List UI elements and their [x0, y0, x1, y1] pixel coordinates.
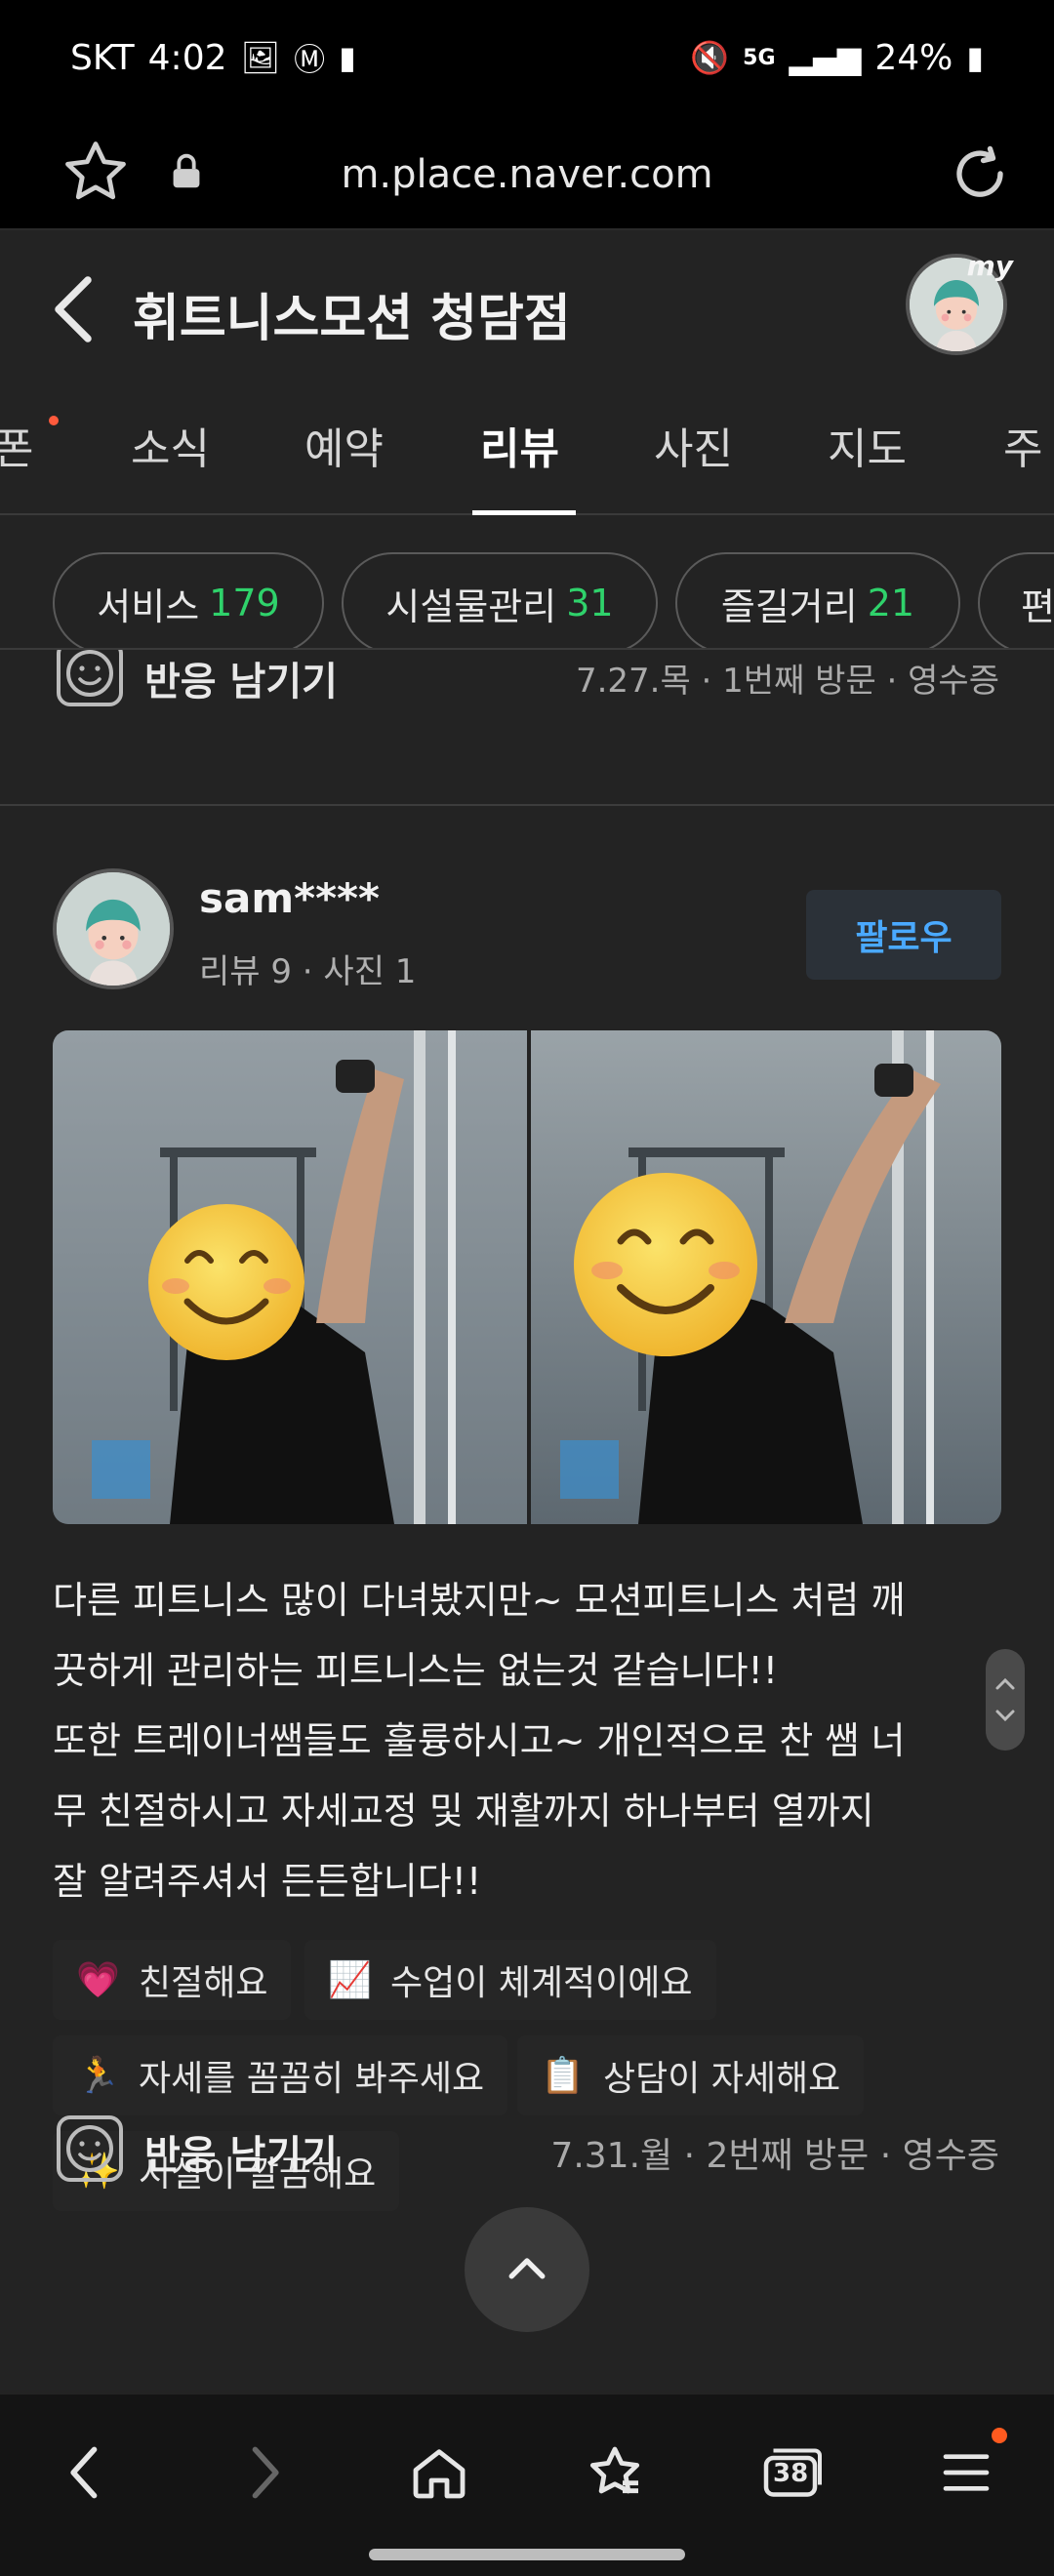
clock: 4:02: [147, 37, 227, 78]
chip-convenience[interactable]: 편: [978, 552, 1054, 648]
mute-icon: 🔇: [690, 39, 730, 76]
chip-label: 서비스: [97, 584, 200, 628]
home-indicator[interactable]: [369, 2549, 685, 2560]
reviewer-name[interactable]: sam****: [199, 874, 380, 922]
tab-news[interactable]: 소식: [131, 414, 210, 476]
chip-facility[interactable]: 시설물관리 31: [342, 552, 658, 648]
keyword-tag: 📈 수업이 체계적이에요: [304, 1940, 716, 2020]
forward-arrow-icon: [252, 2446, 279, 2499]
my-label: my: [966, 250, 1013, 282]
nav-tabs-button[interactable]: 38: [751, 2434, 830, 2512]
page-header: 휘트니스모션 청담점 my: [0, 230, 1054, 377]
status-bar: SKT 4:02 🖼 Ⓜ ▮ 🔇 5G ▂▄▆ 24% ▮: [0, 0, 1054, 115]
smile-icon[interactable]: [55, 2113, 125, 2184]
heart-icon: 💗: [76, 1960, 120, 2000]
clipboard-icon: 📋: [541, 2056, 585, 2096]
nav-back-button[interactable]: [47, 2434, 125, 2512]
review-text-line: 끗하게 관리하는 피트니스는 없는것 같습니다!!: [53, 1649, 779, 1692]
tab-reservation[interactable]: 예약: [304, 414, 384, 476]
tab-bar: 폰 소식 예약 리뷰 사진 지도 주: [0, 377, 1054, 515]
chip-label: 시설물관리: [385, 584, 557, 628]
nav-bookmarks-button[interactable]: [576, 2434, 654, 2512]
smile-icon[interactable]: [55, 650, 125, 708]
nav-home-button[interactable]: [400, 2434, 478, 2512]
scroll-to-top-button[interactable]: [465, 2207, 589, 2332]
tag-label: 친절해요: [139, 1963, 268, 2003]
chip-label: 편: [1021, 584, 1054, 628]
bookmarks-icon: [589, 2446, 640, 2494]
review-footer: 반응 남기기 7.31.월 · 2번째 방문 · 영수증: [0, 2102, 1054, 2199]
reviewer-stats: 리뷰 9 · 사진 1: [199, 952, 417, 991]
review-text-line: 다른 피트니스 많이 다녀봤지만~ 모션피트니스 처럼 깨: [53, 1579, 906, 1622]
react-button[interactable]: 반응 남기기: [144, 650, 338, 706]
network-type: 5G: [743, 45, 776, 70]
review-divider: [0, 804, 1054, 806]
tag-label: 수업이 체계적이에요: [390, 1963, 693, 2003]
chart-icon: 📈: [328, 1960, 372, 2000]
exercise-icon: 🏃: [76, 2056, 120, 2096]
nav-forward-button[interactable]: [224, 2434, 303, 2512]
review-text-line: 잘 알려주셔서 든든합니다!!: [53, 1860, 482, 1903]
menu-icon: [943, 2454, 990, 2491]
review-text-line: 또한 트레이너쌤들도 훌륭하시고~ 개인적으로 찬 쌤 너: [53, 1719, 906, 1762]
visit-meta: 7.27.목 · 1번째 방문 · 영수증: [575, 662, 999, 701]
tab-phone-new-dot: [49, 416, 59, 425]
chip-service[interactable]: 서비스 179: [53, 552, 324, 648]
review-text-line: 무 친절하시고 자세교정 및 재활까지 하나부터 열까지: [53, 1790, 874, 1832]
tab-count: 38: [773, 2459, 809, 2488]
chip-label: 즐길거리: [720, 584, 858, 628]
follow-button[interactable]: 팔로우: [806, 890, 1001, 980]
reload-icon[interactable]: [945, 139, 1015, 209]
review-list[interactable]: 반응 남기기 7.27.목 · 1번째 방문 · 영수증 sam**** 리뷰 …: [0, 650, 1054, 2395]
keyword-filter-chips: 서비스 179 시설물관리 31 즐길거리 21 편: [0, 515, 1054, 650]
chip-count: 21: [867, 582, 915, 624]
chip-count: 31: [566, 582, 614, 624]
flashlight-icon: ▮: [339, 39, 356, 76]
battery-level: 24%: [874, 37, 953, 78]
tab-map[interactable]: 지도: [828, 414, 907, 476]
visit-meta: 7.31.월 · 2번째 방문 · 영수증: [550, 2136, 999, 2176]
tab-photos[interactable]: 사진: [654, 414, 733, 476]
tab-review[interactable]: 리뷰: [480, 414, 559, 476]
keyword-tag: 💗 친절해요: [53, 1940, 292, 2020]
tab-phone[interactable]: 폰: [0, 414, 33, 476]
reviewer-avatar[interactable]: [53, 868, 174, 989]
url-field[interactable]: m.place.naver.com: [0, 152, 1054, 197]
battery-icon: ▮: [966, 39, 984, 76]
nav-menu-button[interactable]: [927, 2434, 1005, 2512]
back-arrow-icon: [70, 2446, 98, 2499]
tag-label: 자세를 꼼꼼히 봐주세요: [139, 2059, 485, 2099]
review-text: 다른 피트니스 많이 다녀봤지만~ 모션피트니스 처럼 깨 끗하게 관리하는 피…: [53, 1565, 990, 1916]
tag-label: 상담이 자세해요: [603, 2059, 841, 2099]
browser-bar: m.place.naver.com: [0, 115, 1054, 230]
page-title: 휘트니스모션 청담점: [133, 290, 571, 348]
chevron-up-icon: [508, 2258, 546, 2279]
review-photo[interactable]: [53, 1030, 1001, 1524]
tab-surroundings[interactable]: 주: [1003, 414, 1042, 476]
scroll-handle[interactable]: [986, 1649, 1025, 1751]
carrier: SKT: [70, 37, 135, 78]
back-chevron-icon[interactable]: [49, 275, 98, 343]
chip-fun[interactable]: 즐길거리 21: [675, 552, 960, 648]
menu-notification-dot: [992, 2428, 1007, 2443]
signal-icon: ▂▄▆: [789, 39, 862, 76]
mail-icon: Ⓜ: [294, 41, 326, 78]
react-button[interactable]: 반응 남기기: [144, 2123, 338, 2180]
home-icon: [413, 2449, 466, 2499]
chip-count: 179: [209, 582, 280, 624]
gallery-icon: 🖼: [240, 39, 281, 76]
prev-review-footer: 반응 남기기 7.27.목 · 1번째 방문 · 영수증: [0, 650, 1054, 726]
